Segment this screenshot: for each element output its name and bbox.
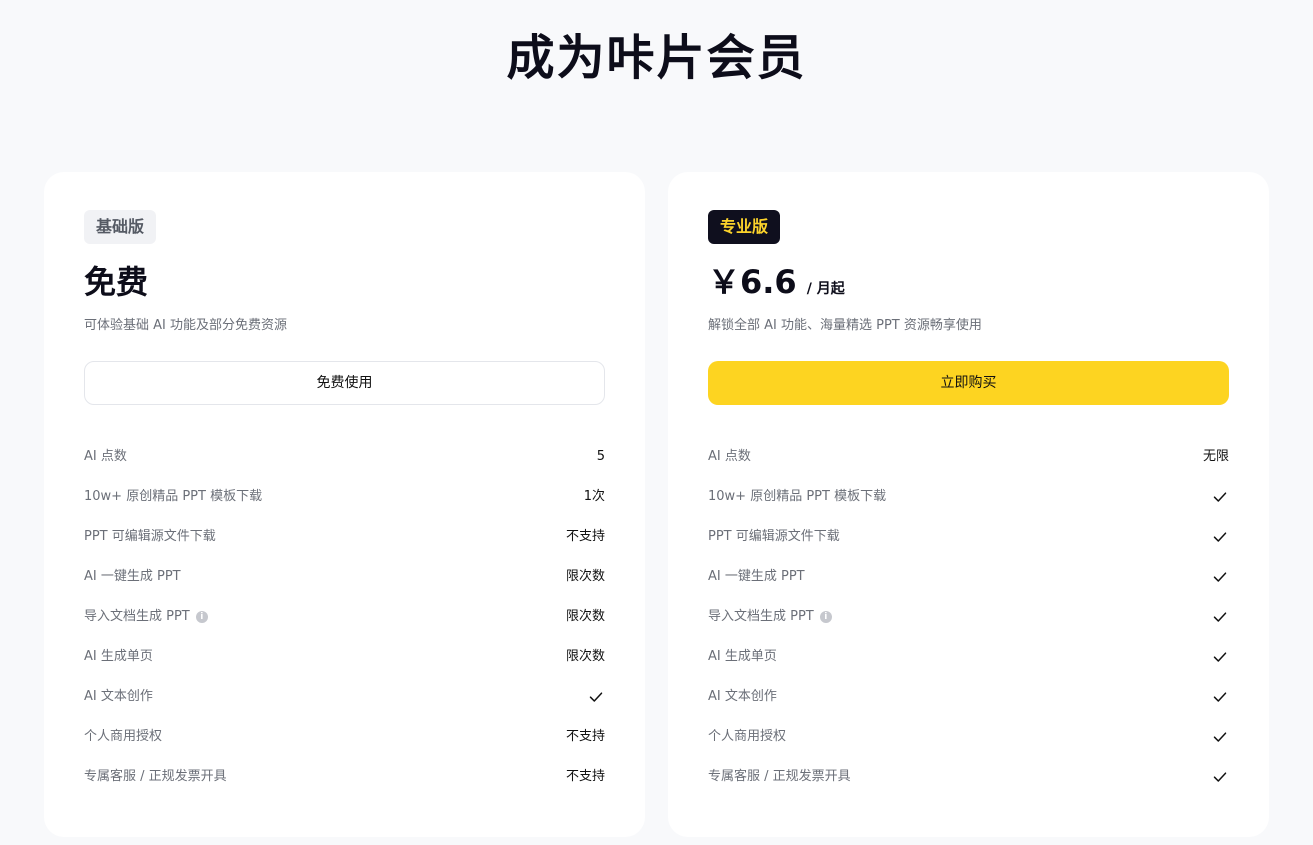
- feature-row: AI 文本创作: [84, 677, 605, 717]
- feature-row: 专属客服 / 正规发票开具 不支持: [84, 757, 605, 797]
- feature-value: 不支持: [565, 529, 605, 544]
- feature-label-text: 10w+ 原创精品 PPT 模板下载: [708, 489, 887, 504]
- feature-row: AI 点数 无限: [708, 437, 1229, 477]
- feature-label-text: 10w+ 原创精品 PPT 模板下载: [84, 489, 263, 504]
- feature-label-text: 专属客服 / 正规发票开具: [708, 769, 851, 784]
- check-icon: [1213, 492, 1227, 502]
- feature-label-text: AI 点数: [708, 449, 751, 464]
- feature-value: 限次数: [565, 609, 605, 624]
- feature-label: 10w+ 原创精品 PPT 模板下载: [708, 477, 886, 517]
- feature-row: PPT 可编辑源文件下载 不支持: [84, 517, 605, 557]
- feature-label-text: 导入文档生成 PPT: [708, 609, 814, 624]
- feature-label: AI 文本创作: [708, 677, 777, 717]
- feature-label-text: 导入文档生成 PPT: [84, 609, 190, 624]
- pro-plan-price: ￥6.6 / 月起: [708, 260, 845, 304]
- feature-value: 无限: [1202, 449, 1229, 464]
- check-icon: [589, 692, 603, 702]
- feature-label: 个人商用授权: [708, 717, 786, 757]
- feature-label: AI 文本创作: [84, 677, 153, 717]
- feature-value: 限次数: [565, 649, 605, 664]
- feature-row: 导入文档生成 PPT i: [708, 597, 1229, 637]
- feature-row: AI 文本创作: [708, 677, 1229, 717]
- feature-label: AI 点数: [708, 437, 751, 477]
- feature-label: 导入文档生成 PPT i: [84, 597, 208, 637]
- feature-label: 专属客服 / 正规发票开具: [708, 757, 851, 797]
- check-icon: [1213, 572, 1227, 582]
- feature-label: AI 一键生成 PPT: [708, 557, 805, 597]
- feature-label: 导入文档生成 PPT i: [708, 597, 832, 637]
- feature-value: 不支持: [565, 729, 605, 744]
- pro-plan-card: 专业版 ￥6.6/ 月起 解锁全部 AI 功能、海量精选 PPT 资源畅享使用 …: [668, 172, 1269, 837]
- check-icon: [1213, 692, 1227, 702]
- check-icon: [1213, 732, 1227, 742]
- feature-label-text: AI 一键生成 PPT: [84, 569, 181, 584]
- feature-label-text: PPT 可编辑源文件下载: [84, 529, 216, 544]
- feature-label: 10w+ 原创精品 PPT 模板下载: [84, 477, 262, 517]
- feature-label-text: 个人商用授权: [708, 729, 787, 744]
- feature-label: 专属客服 / 正规发票开具: [84, 757, 227, 797]
- feature-label: PPT 可编辑源文件下载: [84, 517, 216, 557]
- feature-label: AI 生成单页: [708, 637, 777, 677]
- feature-label: AI 生成单页: [84, 637, 153, 677]
- feature-row: AI 点数 5: [84, 437, 605, 477]
- feature-row: AI 一键生成 PPT: [708, 557, 1229, 597]
- feature-label-text: 个人商用授权: [84, 729, 163, 744]
- pro-price-amount: ￥6.6: [708, 263, 797, 301]
- feature-value: 限次数: [565, 569, 605, 584]
- feature-row: 10w+ 原创精品 PPT 模板下载: [708, 477, 1229, 517]
- feature-value: 不支持: [565, 769, 605, 784]
- check-icon: [1213, 772, 1227, 782]
- feature-label-text: AI 生成单页: [708, 649, 777, 664]
- feature-row: AI 一键生成 PPT 限次数: [84, 557, 605, 597]
- pro-price-unit: / 月起: [806, 281, 845, 297]
- feature-label-text: AI 文本创作: [84, 689, 153, 704]
- feature-label-text: AI 点数: [84, 449, 127, 464]
- pro-plan-description: 解锁全部 AI 功能、海量精选 PPT 资源畅享使用: [708, 318, 982, 333]
- feature-row: 专属客服 / 正规发票开具: [708, 757, 1229, 797]
- page-title: 成为咔片会员: [506, 30, 807, 86]
- basic-plan-card: 基础版 免费 可体验基础 AI 功能及部分免费资源 免费使用 AI 点数 5 10w…: [44, 172, 645, 837]
- basic-feature-list: AI 点数 5 10w+ 原创精品 PPT 模板下载 1次 PPT 可编辑源文件下载 不支…: [84, 437, 605, 797]
- basic-plan-badge: 基础版: [84, 210, 157, 244]
- basic-plan-description: 可体验基础 AI 功能及部分免费资源: [84, 318, 287, 333]
- feature-row: AI 生成单页 限次数: [84, 637, 605, 677]
- feature-row: 个人商用授权: [708, 717, 1229, 757]
- feature-row: 10w+ 原创精品 PPT 模板下载 1次: [84, 477, 605, 517]
- feature-label-text: AI 生成单页: [84, 649, 153, 664]
- feature-value: 5: [596, 449, 605, 464]
- basic-price-amount: 免费: [84, 263, 149, 301]
- buy-now-button[interactable]: 立即购买: [708, 361, 1229, 405]
- feature-row: 个人商用授权 不支持: [84, 717, 605, 757]
- pro-feature-list: AI 点数 无限 10w+ 原创精品 PPT 模板下载 PPT 可编辑源文件下载 AI …: [708, 437, 1229, 797]
- basic-plan-price: 免费: [84, 260, 148, 304]
- check-icon: [1213, 532, 1227, 542]
- feature-value: 1次: [583, 489, 605, 504]
- pro-plan-badge: 专业版: [708, 210, 781, 244]
- feature-label-text: AI 文本创作: [708, 689, 777, 704]
- feature-label: AI 点数: [84, 437, 127, 477]
- feature-label-text: AI 一键生成 PPT: [708, 569, 805, 584]
- feature-row: AI 生成单页: [708, 637, 1229, 677]
- feature-label-text: PPT 可编辑源文件下载: [708, 529, 840, 544]
- feature-label: PPT 可编辑源文件下载: [708, 517, 840, 557]
- feature-row: PPT 可编辑源文件下载: [708, 517, 1229, 557]
- info-icon[interactable]: i: [195, 611, 208, 623]
- free-use-button[interactable]: 免费使用: [84, 361, 605, 405]
- check-icon: [1213, 652, 1227, 662]
- feature-label: AI 一键生成 PPT: [84, 557, 181, 597]
- feature-label-text: 专属客服 / 正规发票开具: [84, 769, 227, 784]
- feature-label: 个人商用授权: [84, 717, 162, 757]
- check-icon: [1213, 612, 1227, 622]
- feature-row: 导入文档生成 PPT i 限次数: [84, 597, 605, 637]
- info-icon[interactable]: i: [819, 611, 832, 623]
